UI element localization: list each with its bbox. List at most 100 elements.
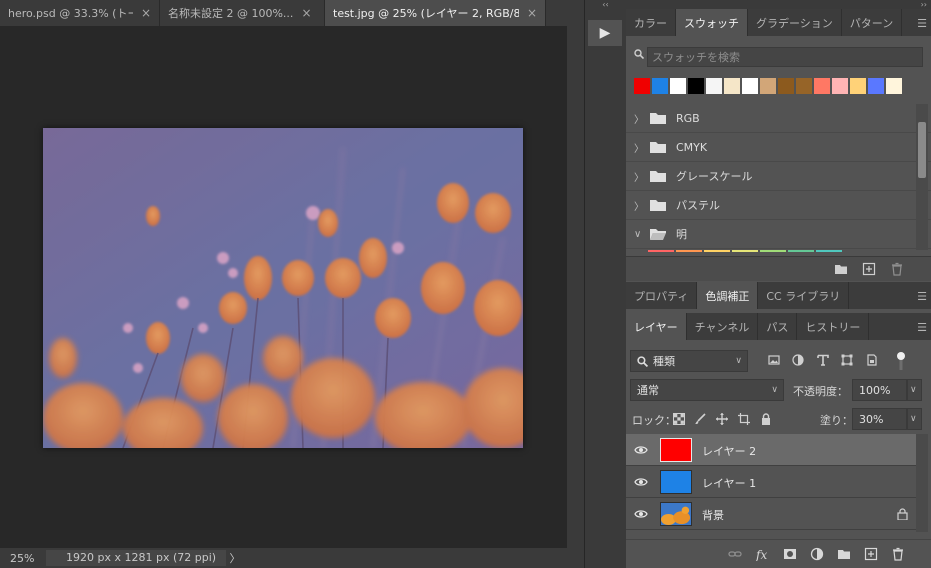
chevron-down-icon[interactable]: ∨ — [634, 229, 646, 240]
swatch-folder-grayscale[interactable]: 〉 グレースケール — [626, 162, 931, 191]
folder-icon[interactable] — [834, 262, 848, 276]
swatch-4[interactable] — [706, 78, 722, 94]
light-swatch-4[interactable] — [760, 250, 786, 252]
smart-object-filter-icon[interactable] — [866, 354, 878, 366]
chevron-right-icon[interactable]: 〉 — [634, 198, 646, 213]
swatch-2[interactable] — [670, 78, 686, 94]
lock-transparent-pixels-icon[interactable] — [673, 413, 685, 425]
layer-list-scrollbar[interactable] — [916, 434, 928, 532]
tab-cc-libraries[interactable]: CC ライブラリ — [758, 282, 850, 309]
collapse-left-icon[interactable]: ‹‹ — [585, 0, 626, 9]
eye-icon[interactable] — [634, 508, 648, 520]
swatch-5[interactable] — [724, 78, 740, 94]
document-image[interactable] — [43, 128, 523, 448]
status-menu-arrow[interactable]: 〉 — [226, 550, 244, 566]
adjustment-icon[interactable] — [810, 547, 824, 561]
trash-icon[interactable] — [891, 547, 905, 561]
swatch-0[interactable] — [634, 78, 650, 94]
type-filter-icon[interactable] — [817, 354, 829, 366]
layer-row-background[interactable]: 背景 — [626, 498, 916, 530]
fill-dropdown-button[interactable]: ∨ — [907, 408, 922, 430]
actions-play-button[interactable]: ▶ — [588, 20, 622, 46]
swatch-8[interactable] — [778, 78, 794, 94]
close-icon[interactable]: × — [141, 6, 151, 20]
tab-test-jpg[interactable]: test.jpg @ 25% (レイヤー 2, RGB/8) * × — [325, 0, 546, 26]
layer-name[interactable]: レイヤー 2 — [702, 443, 756, 459]
swatch-list-scrollbar[interactable] — [916, 104, 928, 250]
tab-adjustments[interactable]: 色調補正 — [697, 282, 759, 309]
lock-icon[interactable] — [897, 508, 908, 520]
tab-gradients[interactable]: グラデーション — [748, 9, 842, 36]
opacity-dropdown-button[interactable]: ∨ — [907, 379, 922, 401]
swatch-search-input[interactable] — [647, 47, 923, 67]
panel-menu-icon[interactable]: ☰ — [917, 290, 927, 303]
tab-paths[interactable]: パス — [758, 313, 798, 340]
light-swatch-5[interactable] — [788, 250, 814, 252]
blend-mode-dropdown[interactable]: 通常 ∨ — [630, 379, 784, 401]
close-icon[interactable]: × — [527, 6, 537, 20]
layer-row-layer-2[interactable]: レイヤー 2 — [626, 434, 916, 466]
fill-field[interactable]: 30% — [852, 408, 907, 430]
tab-untitled-2[interactable]: 名称未設定 2 @ 100%... × — [160, 0, 325, 26]
new-layer-icon[interactable] — [864, 547, 878, 561]
tab-color[interactable]: カラー — [626, 9, 676, 36]
folder-icon[interactable] — [837, 547, 851, 561]
lock-all-icon[interactable] — [760, 413, 772, 425]
light-swatch-3[interactable] — [732, 250, 758, 252]
scrollbar-thumb[interactable] — [918, 122, 926, 178]
swatch-7[interactable] — [760, 78, 776, 94]
mask-icon[interactable] — [783, 547, 797, 561]
chevron-right-icon[interactable]: 〉 — [634, 169, 646, 184]
light-swatch-1[interactable] — [676, 250, 702, 252]
opacity-field[interactable]: 100% — [852, 379, 907, 401]
panel-menu-icon[interactable]: ☰ — [917, 321, 927, 334]
eye-icon[interactable] — [634, 476, 648, 488]
close-icon[interactable]: × — [301, 6, 311, 20]
swatch-11[interactable] — [832, 78, 848, 94]
swatch-1[interactable] — [652, 78, 668, 94]
swatch-3[interactable] — [688, 78, 704, 94]
collapse-right-icon[interactable]: ›› — [626, 0, 931, 9]
swatch-13[interactable] — [868, 78, 884, 94]
lock-image-pixels-icon[interactable] — [694, 413, 706, 425]
eye-icon[interactable] — [634, 444, 648, 456]
tab-hero-psd[interactable]: hero.psd @ 33.3% (トー... × — [0, 0, 160, 26]
trash-icon[interactable] — [890, 262, 904, 276]
swatch-folder-light[interactable]: ∨ 明 — [626, 220, 931, 249]
adjustment-filter-icon[interactable] — [792, 354, 804, 366]
fx-icon[interactable]: fx — [756, 547, 770, 561]
chevron-right-icon[interactable]: 〉 — [634, 140, 646, 155]
tab-channels[interactable]: チャンネル — [687, 313, 759, 340]
layer-name[interactable]: レイヤー 1 — [702, 475, 756, 491]
light-swatch-6[interactable] — [816, 250, 842, 252]
layer-name[interactable]: 背景 — [702, 507, 724, 523]
zoom-level[interactable]: 25% — [0, 552, 46, 565]
canvas-area[interactable] — [0, 26, 567, 548]
tab-history[interactable]: ヒストリー — [797, 313, 870, 340]
tab-swatches[interactable]: スウォッチ — [676, 9, 748, 36]
canvas-vertical-scrollbar[interactable] — [567, 26, 584, 548]
chevron-right-icon[interactable]: 〉 — [634, 111, 646, 126]
light-swatch-0[interactable] — [648, 250, 674, 252]
panel-menu-icon[interactable]: ☰ — [917, 17, 927, 30]
swatch-folder-cmyk[interactable]: 〉 CMYK — [626, 133, 931, 162]
new-swatch-icon[interactable] — [862, 262, 876, 276]
tab-patterns[interactable]: パターン — [842, 9, 903, 36]
lock-position-icon[interactable] — [716, 413, 728, 425]
layer-filter-dropdown[interactable]: 種類 ∨ — [630, 350, 748, 372]
layer-row-layer-1[interactable]: レイヤー 1 — [626, 466, 916, 498]
swatch-9[interactable] — [796, 78, 812, 94]
link-icon[interactable] — [728, 547, 742, 561]
filter-toggle-icon[interactable] — [896, 351, 906, 371]
swatch-folder-rgb[interactable]: 〉 RGB — [626, 104, 931, 133]
lock-artboard-icon[interactable] — [738, 413, 750, 425]
light-swatch-2[interactable] — [704, 250, 730, 252]
swatch-12[interactable] — [850, 78, 866, 94]
tab-properties[interactable]: プロパティ — [626, 282, 698, 309]
shape-filter-icon[interactable] — [841, 354, 853, 366]
image-filter-icon[interactable] — [768, 354, 780, 366]
swatch-6[interactable] — [742, 78, 758, 94]
swatch-folder-pastel[interactable]: 〉 パステル — [626, 191, 931, 220]
swatch-14[interactable] — [886, 78, 902, 94]
tab-layers[interactable]: レイヤー — [626, 313, 687, 340]
